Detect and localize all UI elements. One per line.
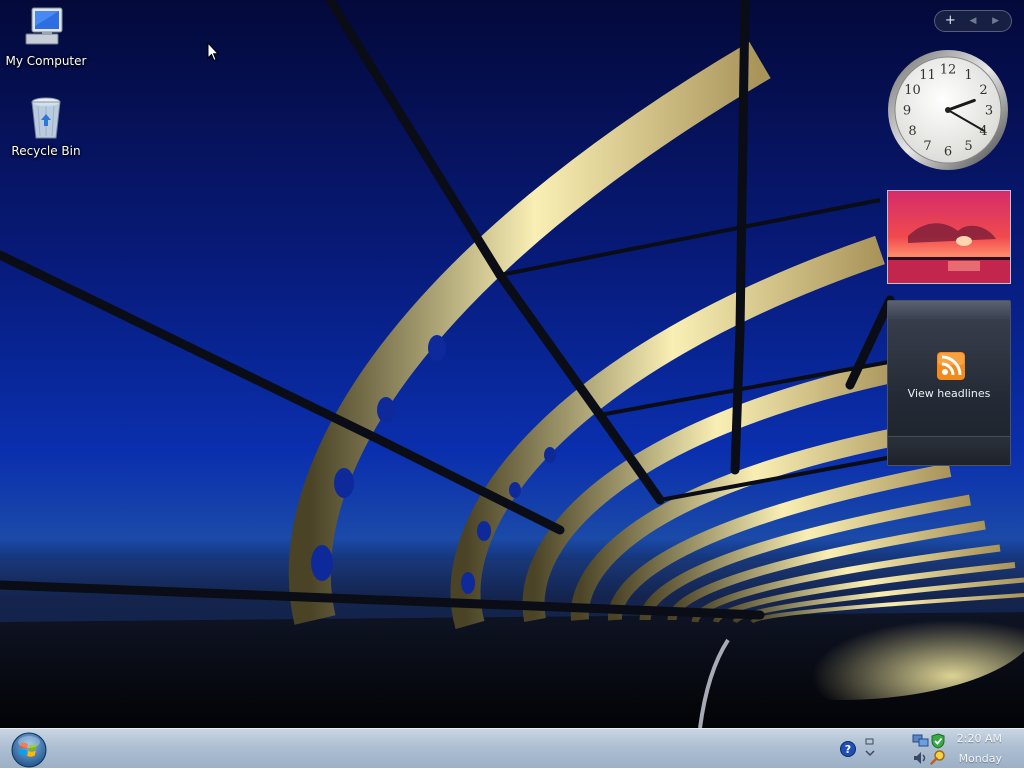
recycle-bin-icon [31, 97, 61, 139]
desktop-icon-recycle-bin[interactable]: Recycle Bin [0, 94, 92, 158]
clock-numeral: 10 [904, 83, 921, 98]
sidebar-controls: + ◀ ▶ [934, 10, 1012, 32]
clock-gadget[interactable]: 123456789101112 [886, 48, 1010, 172]
feed-headlines-gadget[interactable]: View headlines [887, 300, 1011, 466]
clock-numeral: 12 [940, 63, 957, 78]
slideshow-gadget[interactable] [887, 190, 1011, 284]
add-gadget-button[interactable]: + [940, 12, 960, 30]
tray-clock-time[interactable]: 2:20 AM [957, 732, 1002, 745]
system-tray: ? 2:20 AM Monday [834, 729, 1024, 769]
previous-page-button[interactable]: ◀ [963, 12, 983, 30]
desktop-icon-my-computer[interactable]: My Computer [0, 4, 92, 68]
mouse-cursor [207, 42, 219, 62]
recycle-bin-label: Recycle Bin [11, 144, 81, 158]
windows-orb-icon[interactable] [10, 731, 48, 769]
taskbar: ? 2:20 AM Monday [0, 728, 1024, 768]
my-computer-icon [25, 7, 63, 45]
clock-numeral: 1 [964, 68, 972, 83]
clock-numeral: 11 [919, 68, 936, 83]
clock-numeral: 5 [964, 139, 972, 154]
network-icon[interactable] [912, 733, 930, 749]
view-headlines-link[interactable]: View headlines [888, 387, 1010, 400]
next-page-button[interactable]: ▶ [986, 12, 1006, 30]
rss-icon [937, 352, 965, 380]
clock-numeral: 2 [979, 83, 987, 98]
clock-numeral: 6 [944, 145, 952, 160]
gadget-footer [888, 436, 1010, 465]
show-hidden-icons-icon[interactable] [864, 737, 876, 759]
volume-icon[interactable] [912, 751, 928, 765]
search-icon[interactable] [930, 749, 946, 765]
sunset-photo [888, 191, 1010, 283]
clock-numeral: 9 [903, 104, 911, 119]
my-computer-label: My Computer [5, 54, 87, 68]
help-icon[interactable]: ? [840, 741, 856, 757]
bridge-wallpaper [0, 0, 1024, 728]
clock-numeral: 3 [985, 104, 993, 119]
svg-text:?: ? [845, 743, 851, 756]
clock-numeral: 8 [908, 124, 916, 139]
gadget-header [888, 301, 1010, 319]
desktop[interactable]: My Computer Recycle Bin + ◀ ▶ 1 2 3 5 6 … [0, 0, 1024, 728]
tray-clock-day[interactable]: Monday [959, 752, 1002, 765]
shield-icon[interactable] [930, 733, 946, 749]
clock-numeral: 7 [923, 139, 931, 154]
